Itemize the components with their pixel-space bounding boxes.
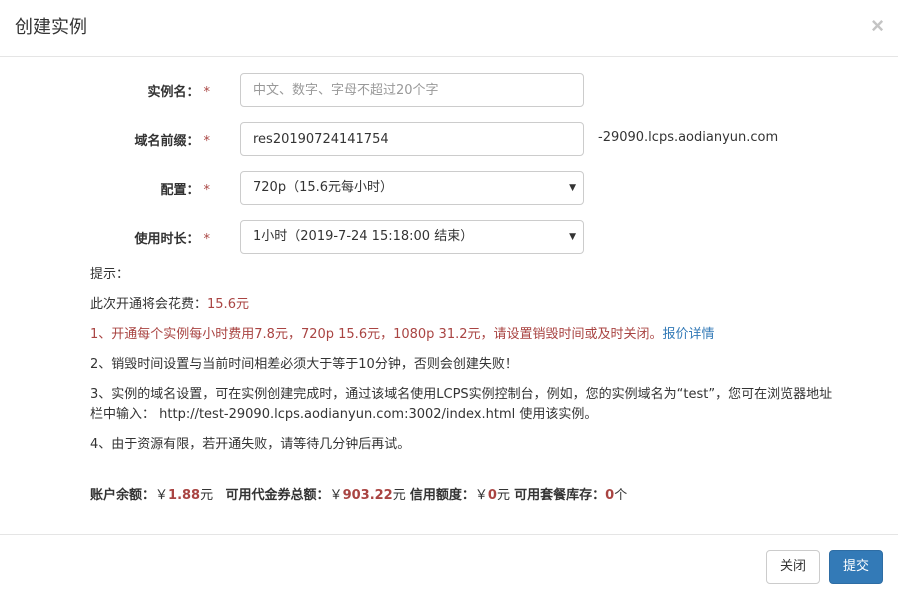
config-select[interactable]: 720p（15.6元每小时） ▼ bbox=[240, 171, 584, 205]
credit-label: 信用额度： bbox=[409, 488, 475, 503]
close-icon[interactable]: × bbox=[871, 13, 884, 39]
dialog-footer: 关闭 提交 bbox=[0, 534, 898, 599]
duration-label: 使用时长： * bbox=[134, 232, 211, 247]
name-label: 实例名： * bbox=[147, 85, 211, 100]
required-mark: * bbox=[203, 134, 211, 149]
create-instance-dialog: 创建实例 × 实例名：* 域名前缀：* -29090.lcps.aodianyu… bbox=[0, 0, 898, 599]
form-row-duration: 使用时长： * 1小时（2019-7-24 15:18:00 结束） ▼ bbox=[0, 220, 898, 254]
config-selected-value: 720p（15.6元每小时） bbox=[253, 180, 394, 195]
form-row-name: 实例名： * bbox=[0, 73, 898, 107]
cost-value: 15.6元 bbox=[207, 297, 249, 312]
package-value: 0 bbox=[605, 488, 615, 503]
account-balance-label: 账户余额： bbox=[90, 488, 156, 503]
credit-value: 0 bbox=[487, 488, 497, 503]
cost-prefix: 此次开通将会花费： bbox=[90, 297, 208, 312]
form-row-domain: 域名前缀：* -29090.lcps.aodianyun.com bbox=[0, 122, 898, 156]
close-button[interactable]: 关闭 bbox=[766, 550, 820, 584]
account-balance-value: 1.88 bbox=[168, 488, 201, 503]
cost-line: 此次开通将会花费：15.6元 bbox=[90, 295, 885, 315]
tip-2: 2、销毁时间设置与当前时间相差必须大于等于10分钟，否则会创建失败！ bbox=[90, 357, 518, 372]
form-row-config: 配置： * 720p（15.6元每小时） ▼ bbox=[0, 171, 898, 205]
yuan-unit: 元 bbox=[496, 488, 510, 503]
voucher-label: 可用代金券总额： bbox=[225, 488, 330, 503]
yuan-unit: 元 bbox=[392, 488, 406, 503]
balance-line: 账户余额：￥1.88元 可用代金券总额：￥903.22元 信用额度：￥0元 可用… bbox=[90, 484, 627, 503]
currency-sign: ￥ bbox=[474, 488, 488, 503]
package-unit: 个 bbox=[614, 488, 628, 503]
voucher-value: 903.22 bbox=[342, 488, 393, 503]
caret-down-icon: ▼ bbox=[569, 232, 576, 242]
dialog-header: 创建实例 × bbox=[0, 0, 898, 57]
caret-down-icon: ▼ bbox=[569, 183, 576, 193]
tips-section: 提示： 此次开通将会花费：15.6元 1、开通每个实例每小时费用7.8元，720… bbox=[90, 265, 885, 455]
required-mark: * bbox=[203, 232, 211, 247]
submit-button[interactable]: 提交 bbox=[829, 550, 883, 584]
price-details-link[interactable]: 报价详情 bbox=[663, 327, 715, 342]
yuan-unit: 元 bbox=[200, 488, 214, 503]
required-mark: * bbox=[203, 85, 211, 100]
tip-1-text: 1、开通每个实例每小时费用7.8元，720p 15.6元，1080p 31.2元… bbox=[90, 327, 663, 342]
domain-suffix: -29090.lcps.aodianyun.com bbox=[598, 130, 779, 145]
currency-sign: ￥ bbox=[329, 488, 343, 503]
domain-label: 域名前缀： * bbox=[134, 134, 211, 149]
tip-3-line-1: 3、实例的域名设置，可在实例创建完成时，通过该域名使用LCPS实例控制台，例如，… bbox=[90, 387, 833, 402]
tip-4: 4、由于资源有限，若开通失败，请等待几分钟后再试。 bbox=[90, 437, 411, 452]
tips-heading: 提示： bbox=[90, 267, 130, 282]
required-mark: * bbox=[203, 183, 211, 198]
package-label: 可用套餐库存： bbox=[514, 488, 606, 503]
tip-1: 1、开通每个实例每小时费用7.8元，720p 15.6元，1080p 31.2元… bbox=[90, 325, 885, 345]
instance-name-input[interactable] bbox=[240, 73, 584, 107]
tip-3-line-2: 栏中输入： http://test-29090.lcps.aodianyun.c… bbox=[90, 407, 598, 422]
currency-sign: ￥ bbox=[155, 488, 169, 503]
dialog-title: 创建实例 bbox=[15, 17, 87, 38]
duration-selected-value: 1小时（2019-7-24 15:18:00 结束） bbox=[253, 229, 474, 244]
config-label: 配置： * bbox=[160, 183, 211, 198]
duration-select[interactable]: 1小时（2019-7-24 15:18:00 结束） ▼ bbox=[240, 220, 584, 254]
domain-prefix-input[interactable] bbox=[240, 122, 584, 156]
